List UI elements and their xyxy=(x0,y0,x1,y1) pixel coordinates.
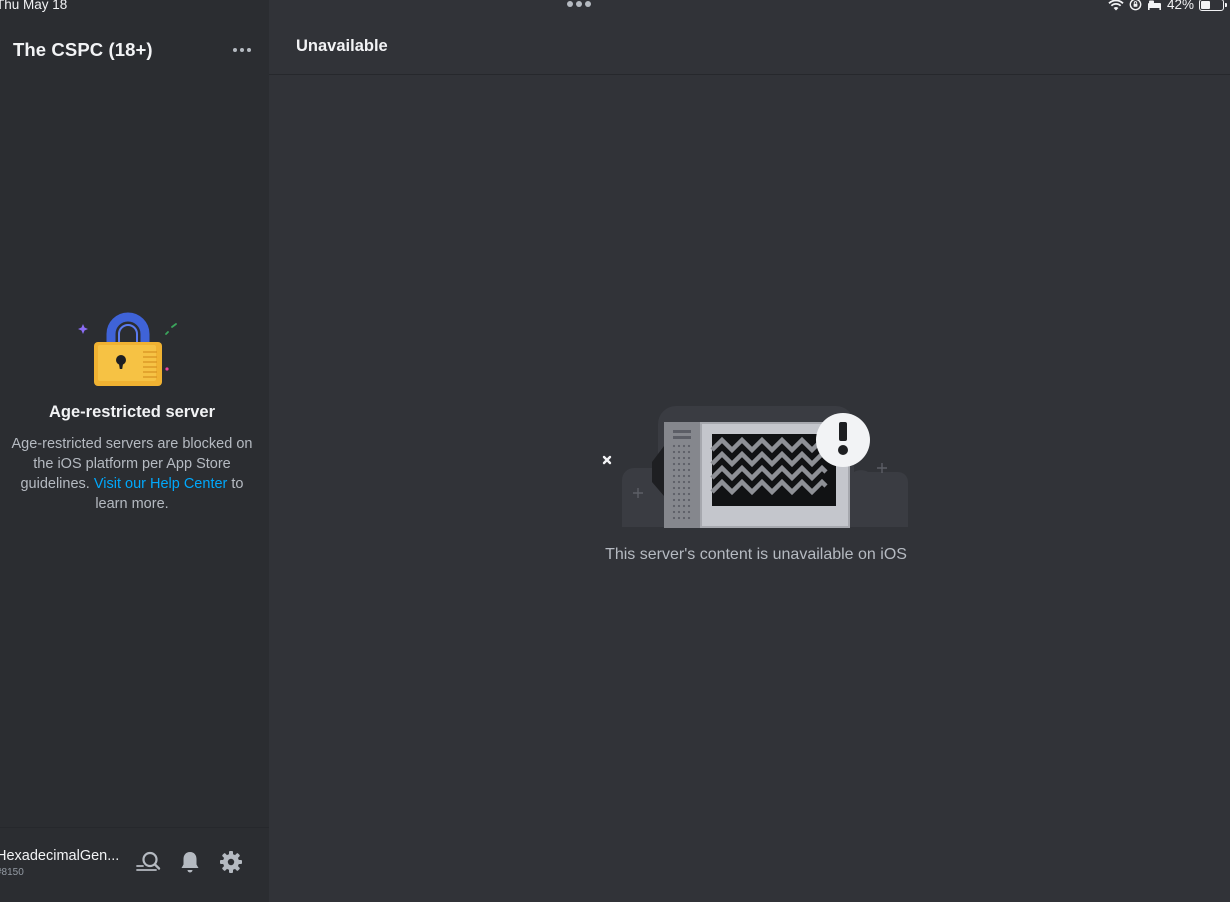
user-actions xyxy=(135,850,243,874)
server-sidebar: The CSPC (18+) Age-restricted server Age… xyxy=(0,0,269,902)
status-bar: Thu May 18 42% xyxy=(0,0,1230,14)
sleep-focus-icon xyxy=(1147,0,1161,10)
bell-icon[interactable] xyxy=(179,850,201,874)
server-name[interactable]: The CSPC (18+) xyxy=(13,39,153,61)
more-options-icon[interactable] xyxy=(231,44,253,56)
username[interactable]: HexadecimalGen... xyxy=(0,848,119,864)
age-restricted-description: Age-restricted servers are blocked on th… xyxy=(10,434,254,514)
lock-icon xyxy=(78,312,177,386)
status-time: Thu May 18 xyxy=(0,0,68,12)
search-icon[interactable] xyxy=(135,850,161,874)
channel-title: Unavailable xyxy=(296,37,388,55)
exclamation-icon xyxy=(839,422,847,441)
gear-icon[interactable] xyxy=(219,850,243,874)
battery-icon xyxy=(1199,0,1227,11)
status-indicators: 42% xyxy=(1108,0,1227,12)
battery-percent: 42% xyxy=(1166,0,1194,12)
wifi-icon xyxy=(1108,0,1124,10)
help-center-link[interactable]: Visit our Help Center xyxy=(94,476,228,492)
unavailable-message: This server's content is unavailable on … xyxy=(605,546,907,563)
user-discriminator: #8150 xyxy=(0,867,24,878)
age-restricted-title: Age-restricted server xyxy=(49,403,215,421)
server-header[interactable]: The CSPC (18+) xyxy=(13,38,253,62)
multitasking-dots-icon[interactable] xyxy=(567,1,591,7)
age-restricted-notice: Age-restricted server Age-restricted ser… xyxy=(0,310,264,514)
unavailable-illustration xyxy=(602,406,908,528)
user-panel: HexadecimalGen... #8150 xyxy=(0,827,269,902)
orientation-lock-icon xyxy=(1129,0,1142,11)
